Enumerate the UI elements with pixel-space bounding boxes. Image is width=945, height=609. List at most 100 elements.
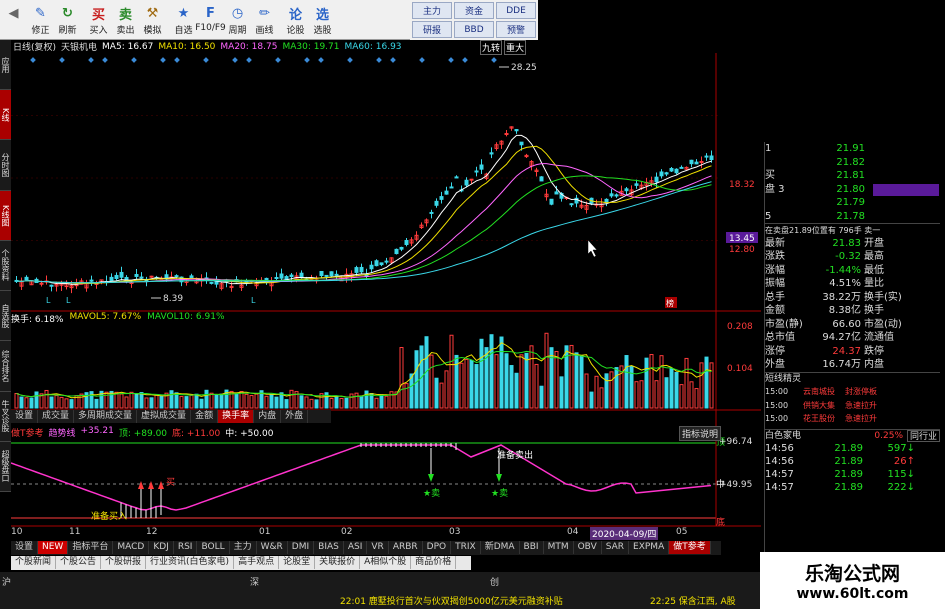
indicator-tab[interactable]: NEW (38, 541, 69, 554)
quote-stat-label: 总市值 (765, 332, 795, 343)
toolbar-back-button[interactable]: ◀ (0, 0, 27, 40)
quick-button[interactable]: 预警 (496, 21, 536, 38)
stock-name: 天银机电 (61, 43, 98, 53)
indicator-tab[interactable]: BOLL (197, 541, 230, 554)
info-tab[interactable]: 行业资讯(白色家电) (146, 556, 235, 569)
indicator-tab[interactable]: VR (367, 541, 389, 554)
indicator-tab[interactable]: DMI (288, 541, 315, 554)
order-book-row[interactable]: 21.79 (765, 196, 940, 210)
kline-chart[interactable]: 28.258.3918.3213.4512.80榜L L L0.2080.104顶中… (11, 53, 761, 533)
toolbar-pen-button[interactable]: ✏ 画线 (251, 0, 278, 40)
toolbar-f10-button[interactable]: F F10/F9 (195, 0, 226, 40)
info-tab[interactable]: 个股研报 (101, 556, 147, 569)
alert-row[interactable]: 15:00 供销大集 急速拉升 (765, 399, 940, 413)
info-tab[interactable]: 关联报价 (315, 556, 361, 569)
order-book-row[interactable]: 5 21.78 (765, 210, 940, 224)
indicator-tab[interactable]: BBI (520, 541, 544, 554)
toolbar-buy-button[interactable]: 买买入 (85, 0, 112, 40)
indicator-tab[interactable]: RSI (174, 541, 198, 554)
quick-button[interactable]: BBD (454, 21, 494, 38)
indicator-tab[interactable]: KDJ (149, 541, 174, 554)
indicator-tab[interactable]: MACD (113, 541, 150, 554)
toolbar-refresh-button[interactable]: ↻ 刷新 (54, 0, 81, 40)
left-tab[interactable]: 综合排名 (0, 341, 11, 392)
tick-time: 14:56 (765, 456, 794, 467)
tick-volume: 222↓ (887, 482, 915, 493)
indicator-tab[interactable]: 新DMA (481, 541, 520, 554)
indicator-tab[interactable]: ARBR (389, 541, 423, 554)
status-sh[interactable]: 沪 (2, 575, 11, 588)
candle (519, 141, 524, 146)
news-ticker-1[interactable]: 22:01 鹿墅投行首次与伙双揭创5000亿元美元融资补贴 (340, 594, 563, 607)
alert-row[interactable]: 15:00 花王股份 急速拉升 (765, 412, 940, 426)
indicator-tab[interactable]: 做T参考 (669, 541, 711, 554)
volume-tab[interactable]: 设置 (11, 410, 39, 423)
volume-tab[interactable]: 成交量 (38, 410, 75, 423)
chart-period[interactable]: 日线(复权) (13, 40, 56, 53)
order-book-row[interactable]: 盘 3 21.80 (765, 183, 940, 197)
volume-tab[interactable]: 多周期成交量 (74, 410, 138, 423)
alert-row[interactable]: 15:00 云南城投 封涨停板 (765, 385, 940, 399)
left-tab[interactable]: 自选股 (0, 291, 11, 342)
indicator-tab[interactable]: 主力 (230, 541, 257, 554)
quick-button[interactable]: 主力 (412, 2, 452, 19)
indicator-tab[interactable]: 设置 (11, 541, 39, 554)
indicator-tab[interactable]: ASI (344, 541, 368, 554)
volume-tab[interactable]: 内盘 (254, 410, 282, 423)
volume-tab[interactable]: 金额 (191, 410, 219, 423)
left-tab[interactable]: K线图 (0, 190, 11, 241)
toolbar-chat-button[interactable]: 论论股 (282, 0, 309, 40)
indicator-tab[interactable]: EXPMA (629, 541, 670, 554)
quick-button[interactable]: 研报 (412, 21, 452, 38)
candle (74, 284, 79, 287)
indicator-tab[interactable]: BIAS (314, 541, 344, 554)
left-tab[interactable]: 超级盘口 (0, 442, 11, 492)
left-tab[interactable]: 牛叉诊股 (0, 392, 11, 442)
info-tab[interactable]: 高手观点 (234, 556, 280, 569)
candle (49, 284, 54, 287)
toolbar-filter-button[interactable]: 选选股 (309, 0, 336, 40)
indicator-tab[interactable]: W&R (257, 541, 288, 554)
sector-row[interactable]: 白色家电 0.25% 同行业 (765, 428, 941, 442)
info-tab[interactable]: 论股堂 (279, 556, 316, 569)
volume-bar (544, 332, 549, 409)
volume-tab[interactable]: 外盘 (281, 410, 309, 423)
order-book-row[interactable]: 买 21.81 (765, 169, 940, 183)
status-sz[interactable]: 深 (250, 575, 259, 588)
toolbar-sell-button[interactable]: 卖卖出 (112, 0, 139, 40)
toolbar-hammer-button[interactable]: ⚒ 模拟 (139, 0, 166, 40)
info-tab[interactable]: 个股公告 (56, 556, 102, 569)
info-tab[interactable]: A相似个股 (360, 556, 412, 569)
toolbar-edit-button[interactable]: ✎ 修正 (27, 0, 54, 40)
status-cy[interactable]: 创 (490, 575, 499, 588)
quick-button[interactable]: 资金 (454, 2, 494, 19)
order-book-row[interactable]: 21.82 (765, 156, 940, 170)
left-tab[interactable]: K线 (0, 90, 11, 141)
indicator-tab[interactable]: MTM (544, 541, 574, 554)
volume-tab[interactable]: 虚拟成交量 (137, 410, 192, 423)
left-tab[interactable]: 应用 (0, 40, 11, 91)
news-ticker-2[interactable]: 22:25 保含江西, A股 (650, 594, 736, 607)
indicator-tab[interactable]: TRIX (451, 541, 481, 554)
left-tab[interactable]: 个股资料 (0, 241, 11, 292)
alert-title[interactable]: 短线精灵 (765, 371, 940, 386)
toolbar-clock-button[interactable]: ◷ 周期 (224, 0, 251, 40)
volume-tab[interactable]: 换手率 (218, 410, 255, 423)
quick-button[interactable]: DDE (496, 2, 536, 19)
volume-bar (269, 394, 274, 409)
left-tab[interactable]: 分时图 (0, 140, 11, 191)
volume-bar (499, 336, 504, 409)
indicator-help-button[interactable]: 指标说明 (679, 426, 722, 441)
info-tab[interactable]: 商品价格 (411, 556, 457, 569)
indicator-tab[interactable]: SAR (602, 541, 630, 554)
info-tab[interactable]: 个股新闻 (11, 556, 57, 569)
order-book-row[interactable]: 1 21.91 (765, 142, 940, 156)
quote-stat-label: 量比 (864, 278, 884, 289)
signal-marker (318, 57, 324, 63)
indicator-tab[interactable]: 指标平台 (68, 541, 114, 554)
toolbar-star-button[interactable]: ★ 自选 (170, 0, 197, 40)
indicator-tab[interactable]: OBV (574, 541, 602, 554)
indicator-tab[interactable]: DPO (423, 541, 452, 554)
same-industry-button[interactable]: 同行业 (907, 429, 941, 442)
volume-bar (209, 392, 214, 409)
